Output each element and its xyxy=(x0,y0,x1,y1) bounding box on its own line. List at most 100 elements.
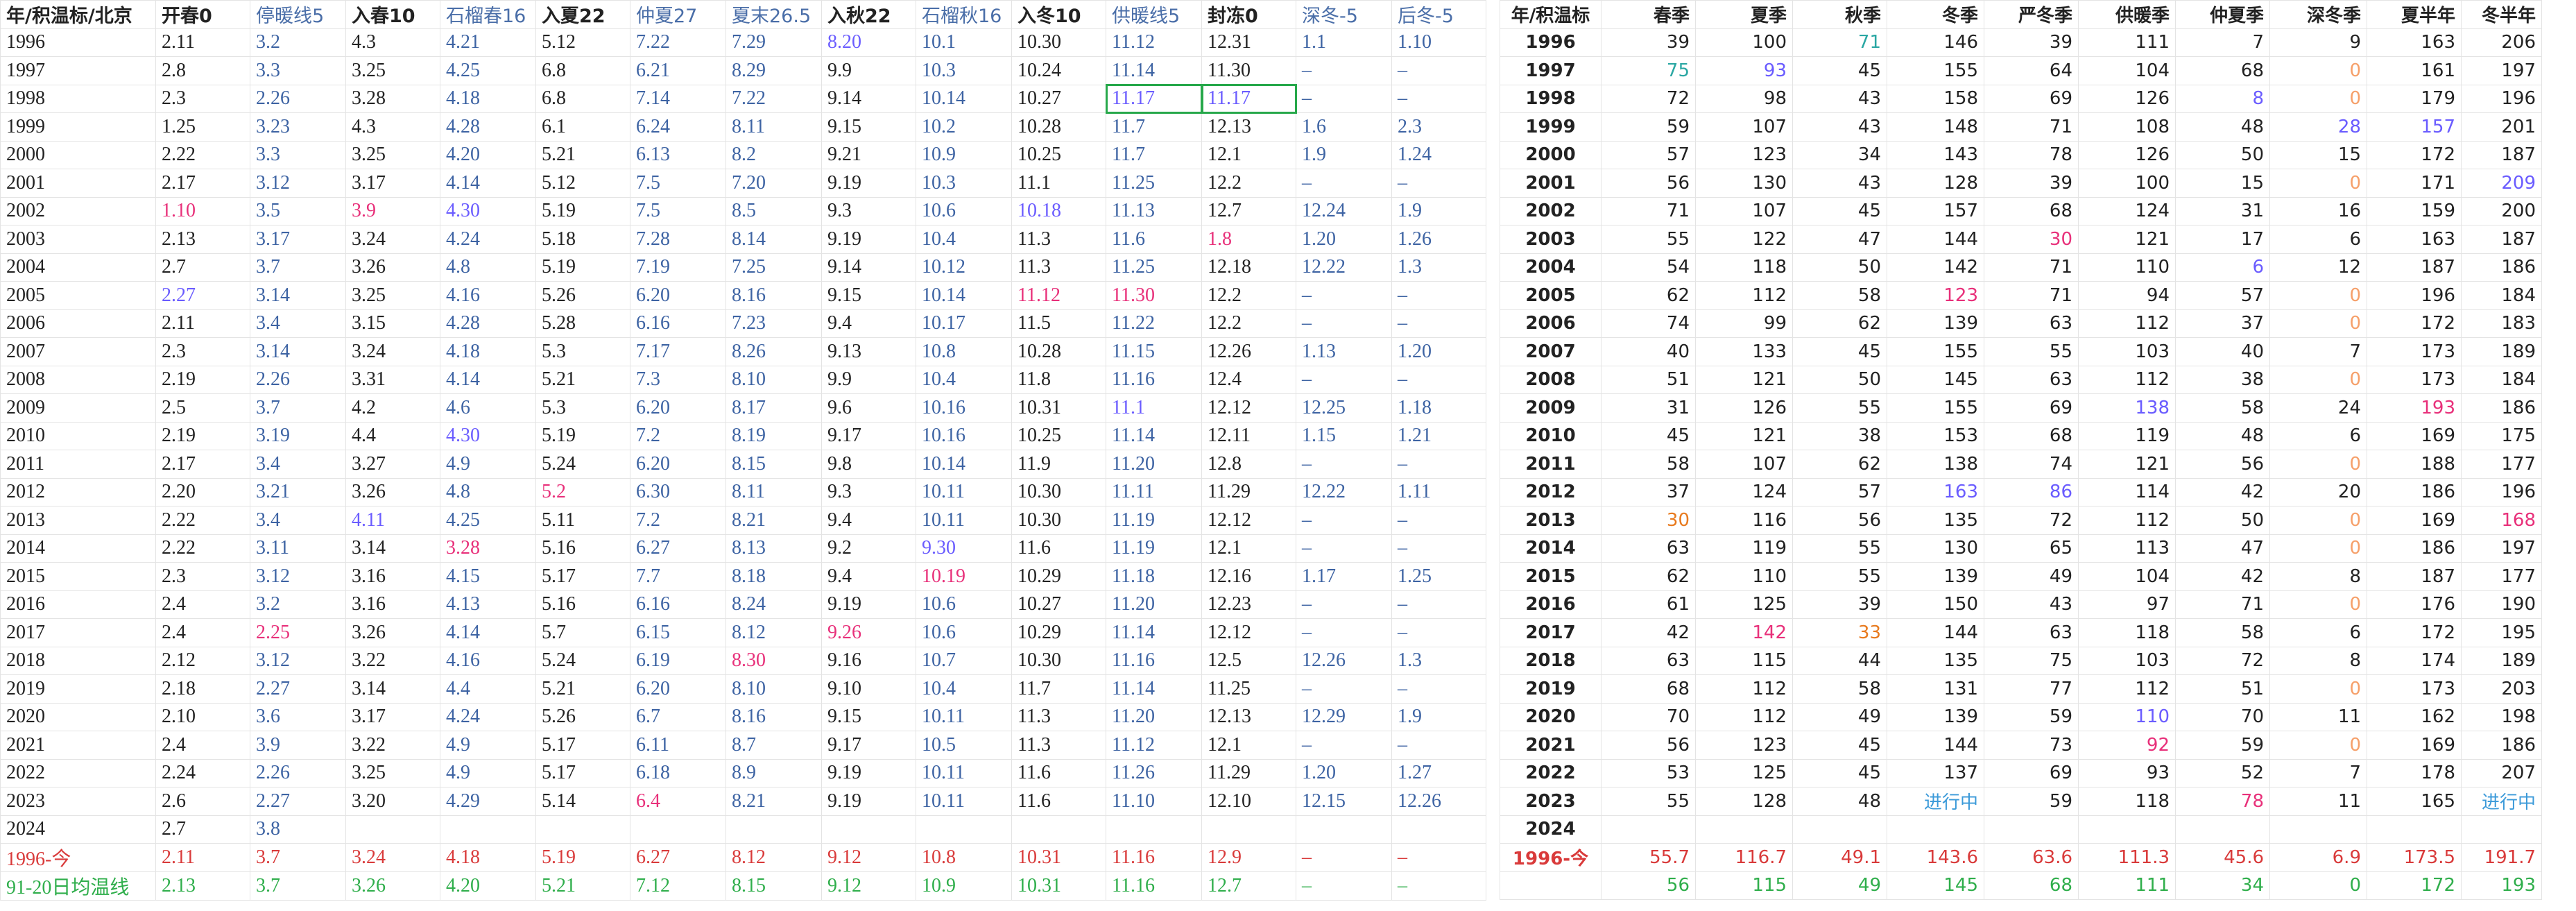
left-date-cell[interactable]: 3.16 xyxy=(345,562,440,591)
left-date-cell[interactable]: 2.19 xyxy=(155,365,250,394)
left-year-cell[interactable]: 2000 xyxy=(0,140,156,169)
left-date-cell[interactable]: 4.8 xyxy=(440,477,536,506)
left-date-cell[interactable]: 10.25 xyxy=(1011,140,1106,169)
left-date-cell[interactable]: 10.7 xyxy=(916,646,1012,675)
left-date-cell[interactable]: – xyxy=(1391,309,1486,338)
left-date-cell[interactable]: 2.3 xyxy=(155,84,250,113)
right-value-cell[interactable]: 0 xyxy=(2269,169,2367,198)
left-date-cell[interactable]: 11.30 xyxy=(1201,56,1296,85)
left-date-cell[interactable]: 12.24 xyxy=(1296,196,1392,225)
left-date-cell[interactable]: 3.9 xyxy=(250,731,346,760)
left-date-cell[interactable]: 11.12 xyxy=(1106,28,1202,57)
left-header-cell[interactable]: 供暖线5 xyxy=(1106,0,1202,29)
left-date-cell[interactable]: 3.22 xyxy=(345,646,440,675)
right-1991-2020-cell[interactable]: 145 xyxy=(1887,871,1984,900)
right-value-cell[interactable]: 124 xyxy=(2078,196,2176,225)
left-date-cell[interactable]: 11.18 xyxy=(1106,562,1202,591)
left-date-cell[interactable]: 7.25 xyxy=(725,253,822,282)
right-value-cell[interactable]: 148 xyxy=(1887,112,1984,142)
right-value-cell[interactable]: 200 xyxy=(2461,196,2542,225)
left-date-cell[interactable]: 3.9 xyxy=(345,196,440,225)
left-date-cell[interactable]: 4.14 xyxy=(440,618,536,647)
right-value-cell[interactable] xyxy=(2269,815,2367,844)
left-date-cell[interactable]: 8.16 xyxy=(725,702,822,731)
right-value-cell[interactable]: 78 xyxy=(2175,787,2270,816)
right-year-cell[interactable]: 2016 xyxy=(1500,590,1602,619)
right-value-cell[interactable]: 28 xyxy=(2269,112,2367,142)
right-value-cell[interactable]: 63 xyxy=(1984,618,2079,647)
right-value-cell[interactable]: 75 xyxy=(1601,56,1696,85)
left-date-cell[interactable]: 9.15 xyxy=(821,112,916,142)
left-date-cell[interactable]: 1.20 xyxy=(1391,337,1486,366)
left-date-cell[interactable]: 4.30 xyxy=(440,421,536,450)
left-date-cell[interactable]: 12.22 xyxy=(1296,477,1392,506)
right-value-cell[interactable]: 201 xyxy=(2461,112,2542,142)
right-value-cell[interactable]: 104 xyxy=(2078,56,2176,85)
right-value-cell[interactable]: 130 xyxy=(1887,534,1984,563)
right-value-cell[interactable]: 187 xyxy=(2367,253,2462,282)
right-year-cell[interactable]: 2024 xyxy=(1500,815,1602,844)
left-date-cell[interactable]: 10.4 xyxy=(916,365,1012,394)
right-value-cell[interactable]: 33 xyxy=(1792,618,1887,647)
left-date-cell[interactable]: 9.16 xyxy=(821,646,916,675)
left-year-cell[interactable]: 2003 xyxy=(0,225,156,254)
left-date-cell[interactable]: 1.25 xyxy=(1391,562,1486,591)
right-value-cell[interactable]: 56 xyxy=(1601,169,1696,198)
left-date-cell[interactable]: 10.18 xyxy=(1011,196,1106,225)
right-value-cell[interactable]: 130 xyxy=(1695,169,1793,198)
right-value-cell[interactable]: 169 xyxy=(2367,506,2462,535)
right-value-cell[interactable]: 155 xyxy=(1887,337,1984,366)
right-year-cell[interactable]: 2020 xyxy=(1500,702,1602,731)
left-date-cell[interactable]: 4.18 xyxy=(440,84,536,113)
right-value-cell[interactable]: 195 xyxy=(2461,618,2542,647)
left-date-cell[interactable]: 4.18 xyxy=(440,337,536,366)
right-value-cell[interactable]: 135 xyxy=(1887,646,1984,675)
left-date-cell[interactable]: 3.14 xyxy=(345,534,440,563)
left-header-cell[interactable]: 后冬-5 xyxy=(1391,0,1486,29)
left-header-cell[interactable]: 入冬10 xyxy=(1011,0,1106,29)
right-value-cell[interactable]: 196 xyxy=(2461,477,2542,506)
left-date-cell[interactable]: 9.14 xyxy=(821,84,916,113)
left-date-cell[interactable]: 5.14 xyxy=(535,787,630,816)
right-value-cell[interactable]: 45 xyxy=(1601,421,1696,450)
right-value-cell[interactable]: 177 xyxy=(2461,450,2542,479)
right-value-cell[interactable]: 11 xyxy=(2269,787,2367,816)
left-date-cell[interactable]: 2.4 xyxy=(155,590,250,619)
left-date-cell[interactable]: 12.12 xyxy=(1201,506,1296,535)
right-value-cell[interactable]: 49 xyxy=(1984,562,2079,591)
left-date-cell[interactable]: 4.24 xyxy=(440,702,536,731)
left-date-cell[interactable]: 2.27 xyxy=(250,787,346,816)
left-year-cell[interactable]: 2001 xyxy=(0,169,156,198)
left-date-cell[interactable]: 2.19 xyxy=(155,421,250,450)
left-date-cell[interactable]: 11.12 xyxy=(1106,731,1202,760)
left-date-cell[interactable]: 4.4 xyxy=(345,421,440,450)
left-date-cell[interactable]: 10.6 xyxy=(916,618,1012,647)
right-value-cell[interactable]: 121 xyxy=(2078,450,2176,479)
right-value-cell[interactable]: 58 xyxy=(1601,450,1696,479)
left-date-cell[interactable]: 10.25 xyxy=(1011,421,1106,450)
right-value-cell[interactable]: 69 xyxy=(1984,758,2079,787)
left-date-cell[interactable]: 9.15 xyxy=(821,281,916,310)
right-value-cell[interactable]: 157 xyxy=(2367,112,2462,142)
right-value-cell[interactable]: 54 xyxy=(1601,253,1696,282)
left-date-cell[interactable]: 8.12 xyxy=(725,618,822,647)
right-value-cell[interactable]: 144 xyxy=(1887,225,1984,254)
left-date-cell[interactable]: 9.3 xyxy=(821,477,916,506)
right-value-cell[interactable]: 45 xyxy=(1792,196,1887,225)
right-value-cell[interactable]: 100 xyxy=(1695,28,1793,57)
right-value-cell[interactable]: 196 xyxy=(2367,281,2462,310)
left-date-cell[interactable] xyxy=(535,815,630,844)
right-value-cell[interactable]: 6 xyxy=(2269,421,2367,450)
left-date-cell[interactable]: 6.30 xyxy=(630,477,726,506)
right-year-cell[interactable]: 1996 xyxy=(1500,28,1602,57)
right-value-cell[interactable]: 58 xyxy=(1792,674,1887,704)
right-value-cell[interactable]: 72 xyxy=(1984,506,2079,535)
left-date-cell[interactable]: 11.19 xyxy=(1106,534,1202,563)
left-date-cell[interactable]: 6.20 xyxy=(630,281,726,310)
left-year-cell[interactable]: 2010 xyxy=(0,421,156,450)
right-value-cell[interactable]: 进行中 xyxy=(2461,787,2542,816)
left-date-cell[interactable]: 11.14 xyxy=(1106,421,1202,450)
right-value-cell[interactable]: 70 xyxy=(1601,702,1696,731)
left-average-cell[interactable]: 10.31 xyxy=(1011,843,1106,872)
right-value-cell[interactable]: 6 xyxy=(2269,618,2367,647)
